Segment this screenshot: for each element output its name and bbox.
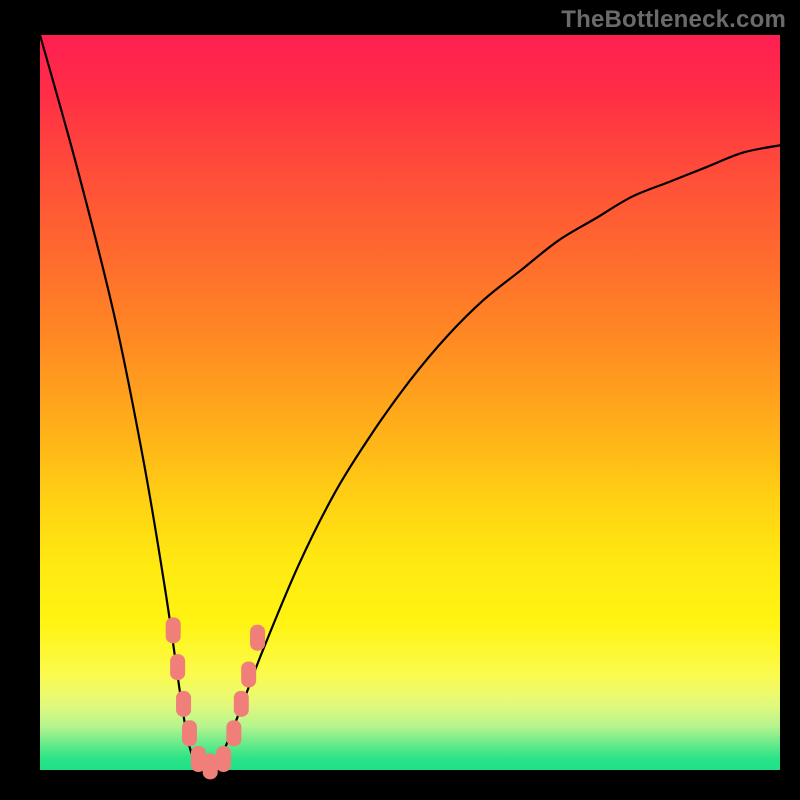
curve-marker bbox=[176, 691, 191, 717]
chart-svg bbox=[40, 35, 780, 770]
curve-markers bbox=[166, 617, 265, 779]
curve-marker bbox=[203, 753, 218, 779]
curve-marker bbox=[166, 617, 181, 643]
bottleneck-curve bbox=[40, 35, 780, 771]
curve-marker bbox=[182, 720, 197, 746]
watermark-text: TheBottleneck.com bbox=[561, 6, 786, 34]
curve-marker bbox=[241, 661, 256, 687]
curve-marker bbox=[216, 746, 231, 772]
curve-marker bbox=[250, 625, 265, 651]
curve-marker bbox=[226, 720, 241, 746]
curve-marker bbox=[170, 654, 185, 680]
chart-frame: TheBottleneck.com bbox=[0, 0, 800, 800]
curve-marker bbox=[234, 691, 249, 717]
